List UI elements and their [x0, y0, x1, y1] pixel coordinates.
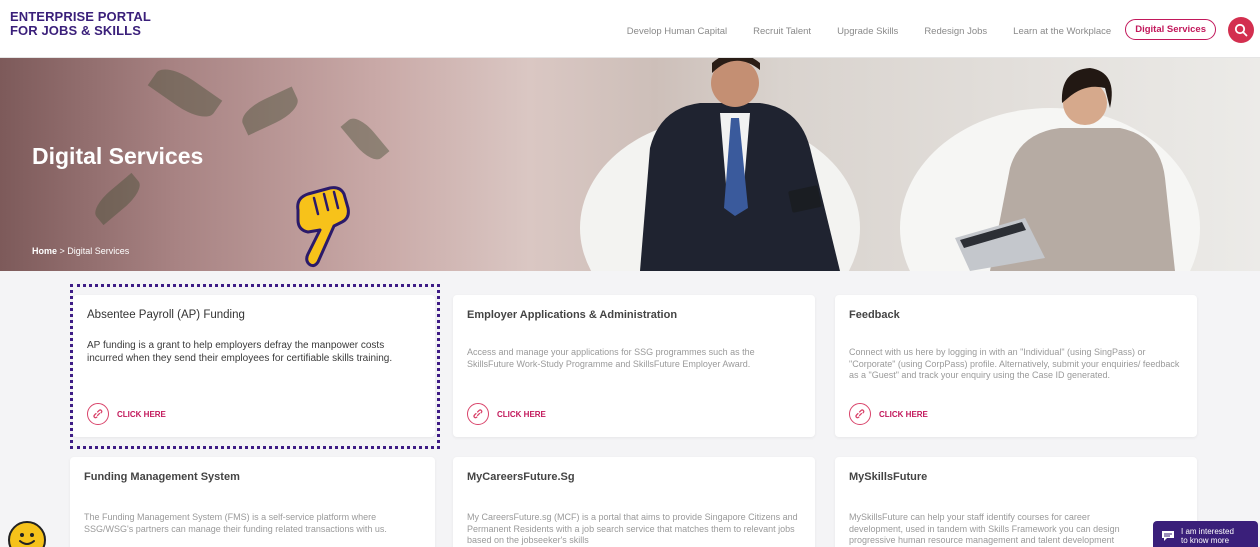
- interest-line-1: I am interested: [1181, 527, 1234, 536]
- card-description: My CareersFuture.sg (MCF) is a portal th…: [467, 512, 798, 545]
- card-title: MyCareersFuture.Sg: [467, 471, 575, 483]
- site-logo[interactable]: ENTERPRISE PORTAL FOR JOBS & SKILLS: [10, 10, 151, 38]
- breadcrumb: Home > Digital Services: [32, 246, 129, 256]
- card-description: Connect with us here by logging in with …: [849, 347, 1180, 380]
- nav-learn-at-workplace[interactable]: Learn at the Workplace: [1013, 26, 1111, 37]
- chatbot-avatar-button[interactable]: [8, 521, 46, 547]
- pointing-hand-icon: [296, 186, 350, 268]
- card-title: Employer Applications & Administration: [467, 309, 678, 321]
- smiley-icon: [19, 533, 35, 545]
- click-here-link[interactable]: CLICK HERE: [849, 403, 928, 425]
- nav-redesign-jobs[interactable]: Redesign Jobs: [924, 26, 987, 37]
- nav-digital-services[interactable]: Digital Services: [1125, 19, 1216, 40]
- interest-button[interactable]: I am interested to know more: [1153, 521, 1258, 547]
- logo-line-1: ENTERPRISE PORTAL: [10, 9, 151, 24]
- card-title: Feedback: [849, 309, 900, 321]
- search-icon: [1234, 23, 1248, 37]
- chat-icon: [1162, 531, 1174, 541]
- highlight-box: [70, 284, 440, 449]
- logo-line-2: FOR JOBS & SKILLS: [10, 23, 141, 38]
- service-card-employer-applications: Employer Applications & Administration A…: [453, 295, 815, 437]
- service-card-mycareersfuture: MyCareersFuture.Sg My CareersFuture.sg (…: [453, 457, 815, 547]
- breadcrumb-current: Digital Services: [67, 246, 130, 256]
- card-description: Access and manage your applications for …: [467, 347, 755, 369]
- hero-banner: Digital Services Home > Digital Services: [0, 58, 1260, 271]
- interest-line-2: to know more: [1181, 536, 1230, 545]
- link-icon: [467, 403, 489, 425]
- main-nav: Develop Human Capital Recruit Talent Upg…: [601, 19, 1216, 40]
- page-title: Digital Services: [32, 143, 204, 169]
- click-here-label: CLICK HERE: [879, 409, 928, 419]
- breadcrumb-separator: >: [57, 246, 68, 256]
- search-button[interactable]: [1228, 17, 1254, 43]
- card-title: Funding Management System: [84, 471, 240, 483]
- breadcrumb-home[interactable]: Home: [32, 246, 57, 256]
- link-icon: [849, 403, 871, 425]
- card-title: MySkillsFuture: [849, 471, 928, 483]
- card-description: The Funding Management System (FMS) is a…: [84, 512, 387, 534]
- click-here-link[interactable]: CLICK HERE: [467, 403, 546, 425]
- nav-recruit-talent[interactable]: Recruit Talent: [753, 26, 811, 37]
- interest-label: I am interested to know more: [1181, 527, 1234, 545]
- service-card-funding-management: Funding Management System The Funding Ma…: [70, 457, 435, 547]
- card-description: MySkillsFuture can help your staff ident…: [849, 512, 1120, 547]
- click-here-label: CLICK HERE: [497, 409, 546, 419]
- site-header: ENTERPRISE PORTAL FOR JOBS & SKILLS Deve…: [0, 0, 1260, 58]
- nav-upgrade-skills[interactable]: Upgrade Skills: [837, 26, 898, 37]
- nav-develop-human-capital[interactable]: Develop Human Capital: [627, 26, 727, 37]
- service-card-feedback: Feedback Connect with us here by logging…: [835, 295, 1197, 437]
- service-card-myskillsfuture: MySkillsFuture MySkillsFuture can help y…: [835, 457, 1197, 547]
